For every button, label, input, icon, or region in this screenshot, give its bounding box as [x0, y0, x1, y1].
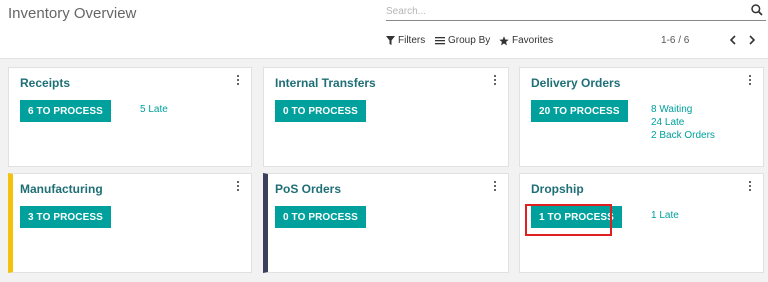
late-link[interactable]: 1 Late — [651, 209, 679, 222]
kebab-menu-icon[interactable] — [492, 75, 498, 87]
page-title: Inventory Overview — [8, 5, 137, 22]
card-title[interactable]: Dropship — [531, 182, 584, 196]
search-input[interactable] — [386, 3, 736, 19]
card-title[interactable]: Internal Transfers — [275, 76, 376, 90]
search-icon[interactable] — [750, 3, 764, 17]
waiting-link[interactable]: 8 Waiting — [651, 103, 715, 116]
to-process-button[interactable]: 0 TO PROCESS — [275, 206, 366, 228]
kanban-card-internal-transfers: Internal Transfers 0 TO PROCESS — [263, 67, 509, 167]
chevron-left-icon — [729, 35, 736, 45]
kanban-card-delivery-orders: Delivery Orders 20 TO PROCESS 8 Waiting … — [519, 67, 764, 167]
to-process-button[interactable]: 6 TO PROCESS — [20, 100, 111, 122]
search-bar — [386, 3, 766, 21]
back-orders-link[interactable]: 2 Back Orders — [651, 129, 715, 142]
group-by-icon — [435, 37, 445, 45]
kebab-menu-icon[interactable] — [492, 181, 498, 193]
card-stats: 8 Waiting 24 Late 2 Back Orders — [651, 103, 715, 142]
favorites-label: Favorites — [512, 35, 554, 46]
to-process-button[interactable]: 1 TO PROCESS — [531, 206, 622, 228]
card-title[interactable]: Manufacturing — [20, 182, 103, 196]
card-title[interactable]: PoS Orders — [275, 182, 341, 196]
card-title[interactable]: Receipts — [20, 76, 70, 90]
pager-next-button[interactable] — [745, 33, 759, 47]
control-panel: Inventory Overview Filters Group By Favo… — [0, 0, 768, 59]
group-by-label: Group By — [448, 35, 491, 46]
favorites-button[interactable]: Favorites — [499, 35, 553, 46]
pager-previous-button[interactable] — [726, 33, 740, 47]
card-stats: 1 Late — [651, 209, 679, 222]
kanban-card-receipts: Receipts 6 TO PROCESS 5 Late — [8, 67, 252, 167]
kebab-menu-icon[interactable] — [747, 75, 753, 87]
to-process-button[interactable]: 20 TO PROCESS — [531, 100, 628, 122]
group-by-button[interactable]: Group By — [435, 35, 490, 46]
pager-value: 1-6 / 6 — [661, 35, 690, 46]
kanban-card-pos-orders: PoS Orders 0 TO PROCESS — [263, 173, 509, 273]
to-process-button[interactable]: 0 TO PROCESS — [275, 100, 366, 122]
card-title[interactable]: Delivery Orders — [531, 76, 620, 90]
kebab-menu-icon[interactable] — [235, 75, 241, 87]
to-process-button[interactable]: 3 TO PROCESS — [20, 206, 111, 228]
kanban-card-dropship: Dropship 1 TO PROCESS 1 Late — [519, 173, 764, 273]
kebab-menu-icon[interactable] — [235, 181, 241, 193]
late-link[interactable]: 5 Late — [140, 103, 168, 116]
kebab-menu-icon[interactable] — [747, 181, 753, 193]
filters-button[interactable]: Filters — [386, 35, 425, 46]
kanban-card-manufacturing: Manufacturing 3 TO PROCESS — [8, 173, 252, 273]
filters-label: Filters — [398, 35, 426, 46]
card-stats: 5 Late — [140, 103, 168, 116]
filter-icon — [386, 36, 395, 45]
late-link[interactable]: 24 Late — [651, 116, 715, 129]
chevron-right-icon — [749, 35, 756, 45]
star-icon — [499, 35, 509, 45]
